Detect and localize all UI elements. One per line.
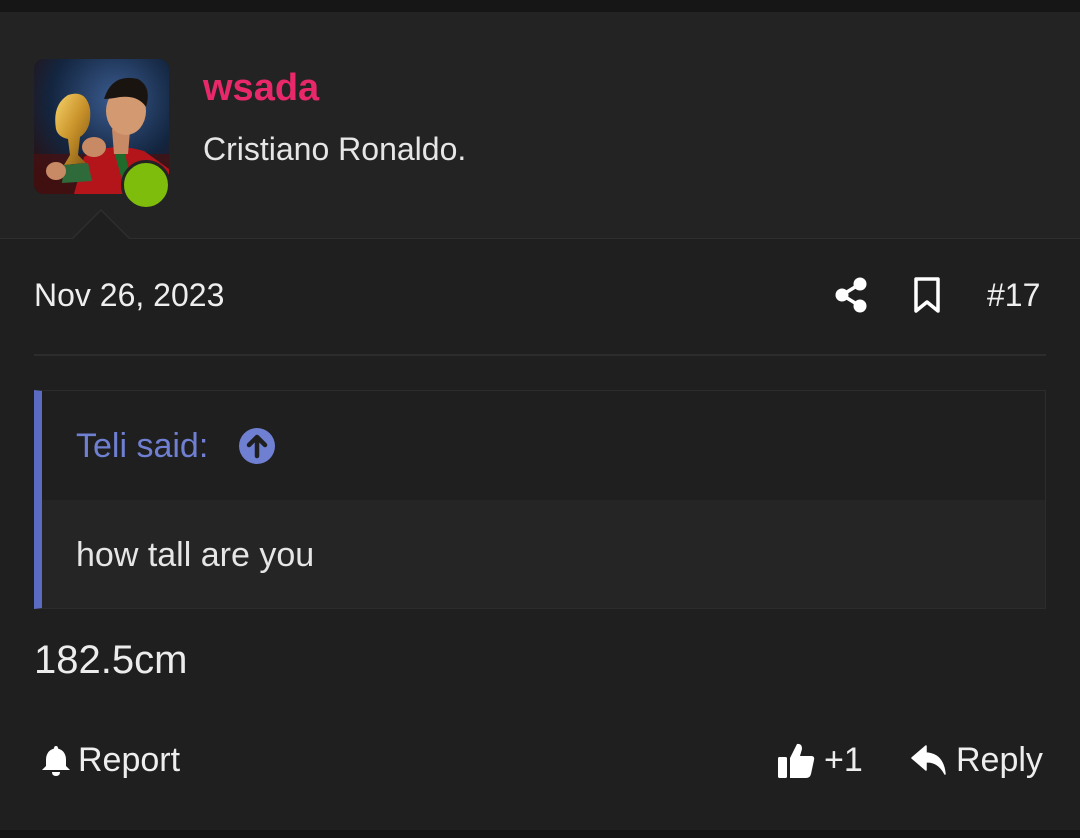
meta-divider [34, 354, 1046, 356]
reply-arrow-icon [910, 742, 948, 778]
thumbs-up-icon [776, 740, 816, 780]
post-user-header: wsada Cristiano Ronaldo. [0, 12, 1080, 239]
online-status-indicator [121, 160, 171, 210]
report-label: Report [78, 741, 181, 779]
bottom-divider-bar [0, 830, 1080, 838]
quote-block: Teli said: how tall are you [34, 390, 1046, 609]
reply-button[interactable]: Reply [910, 738, 1043, 782]
post-number-link[interactable]: #17 [987, 275, 1040, 315]
post-date-link[interactable]: Nov 26, 2023 [34, 275, 224, 315]
bell-icon [40, 743, 72, 777]
user-title: Cristiano Ronaldo. [203, 131, 467, 167]
quote-content: how tall are you [42, 500, 1045, 608]
quote-author-label[interactable]: Teli said: [76, 425, 208, 467]
bookmark-icon[interactable] [912, 276, 942, 314]
report-button[interactable]: Report [40, 738, 180, 782]
like-count: +1 [824, 741, 863, 779]
quote-header: Teli said: [42, 391, 1045, 500]
like-button[interactable]: +1 [776, 738, 863, 782]
quote-text: how tall are you [76, 536, 315, 574]
forum-post-page: wsada Cristiano Ronaldo. Nov 26, 2023 #1… [0, 0, 1080, 838]
arrow-up-circle-icon[interactable] [238, 427, 276, 465]
share-icon[interactable] [833, 276, 869, 314]
top-divider-bar [0, 0, 1080, 12]
header-pointer-caret-fill [73, 211, 129, 239]
username-link[interactable]: wsada [203, 66, 319, 110]
reply-label: Reply [956, 741, 1043, 779]
post-message: 182.5cm [34, 638, 188, 682]
